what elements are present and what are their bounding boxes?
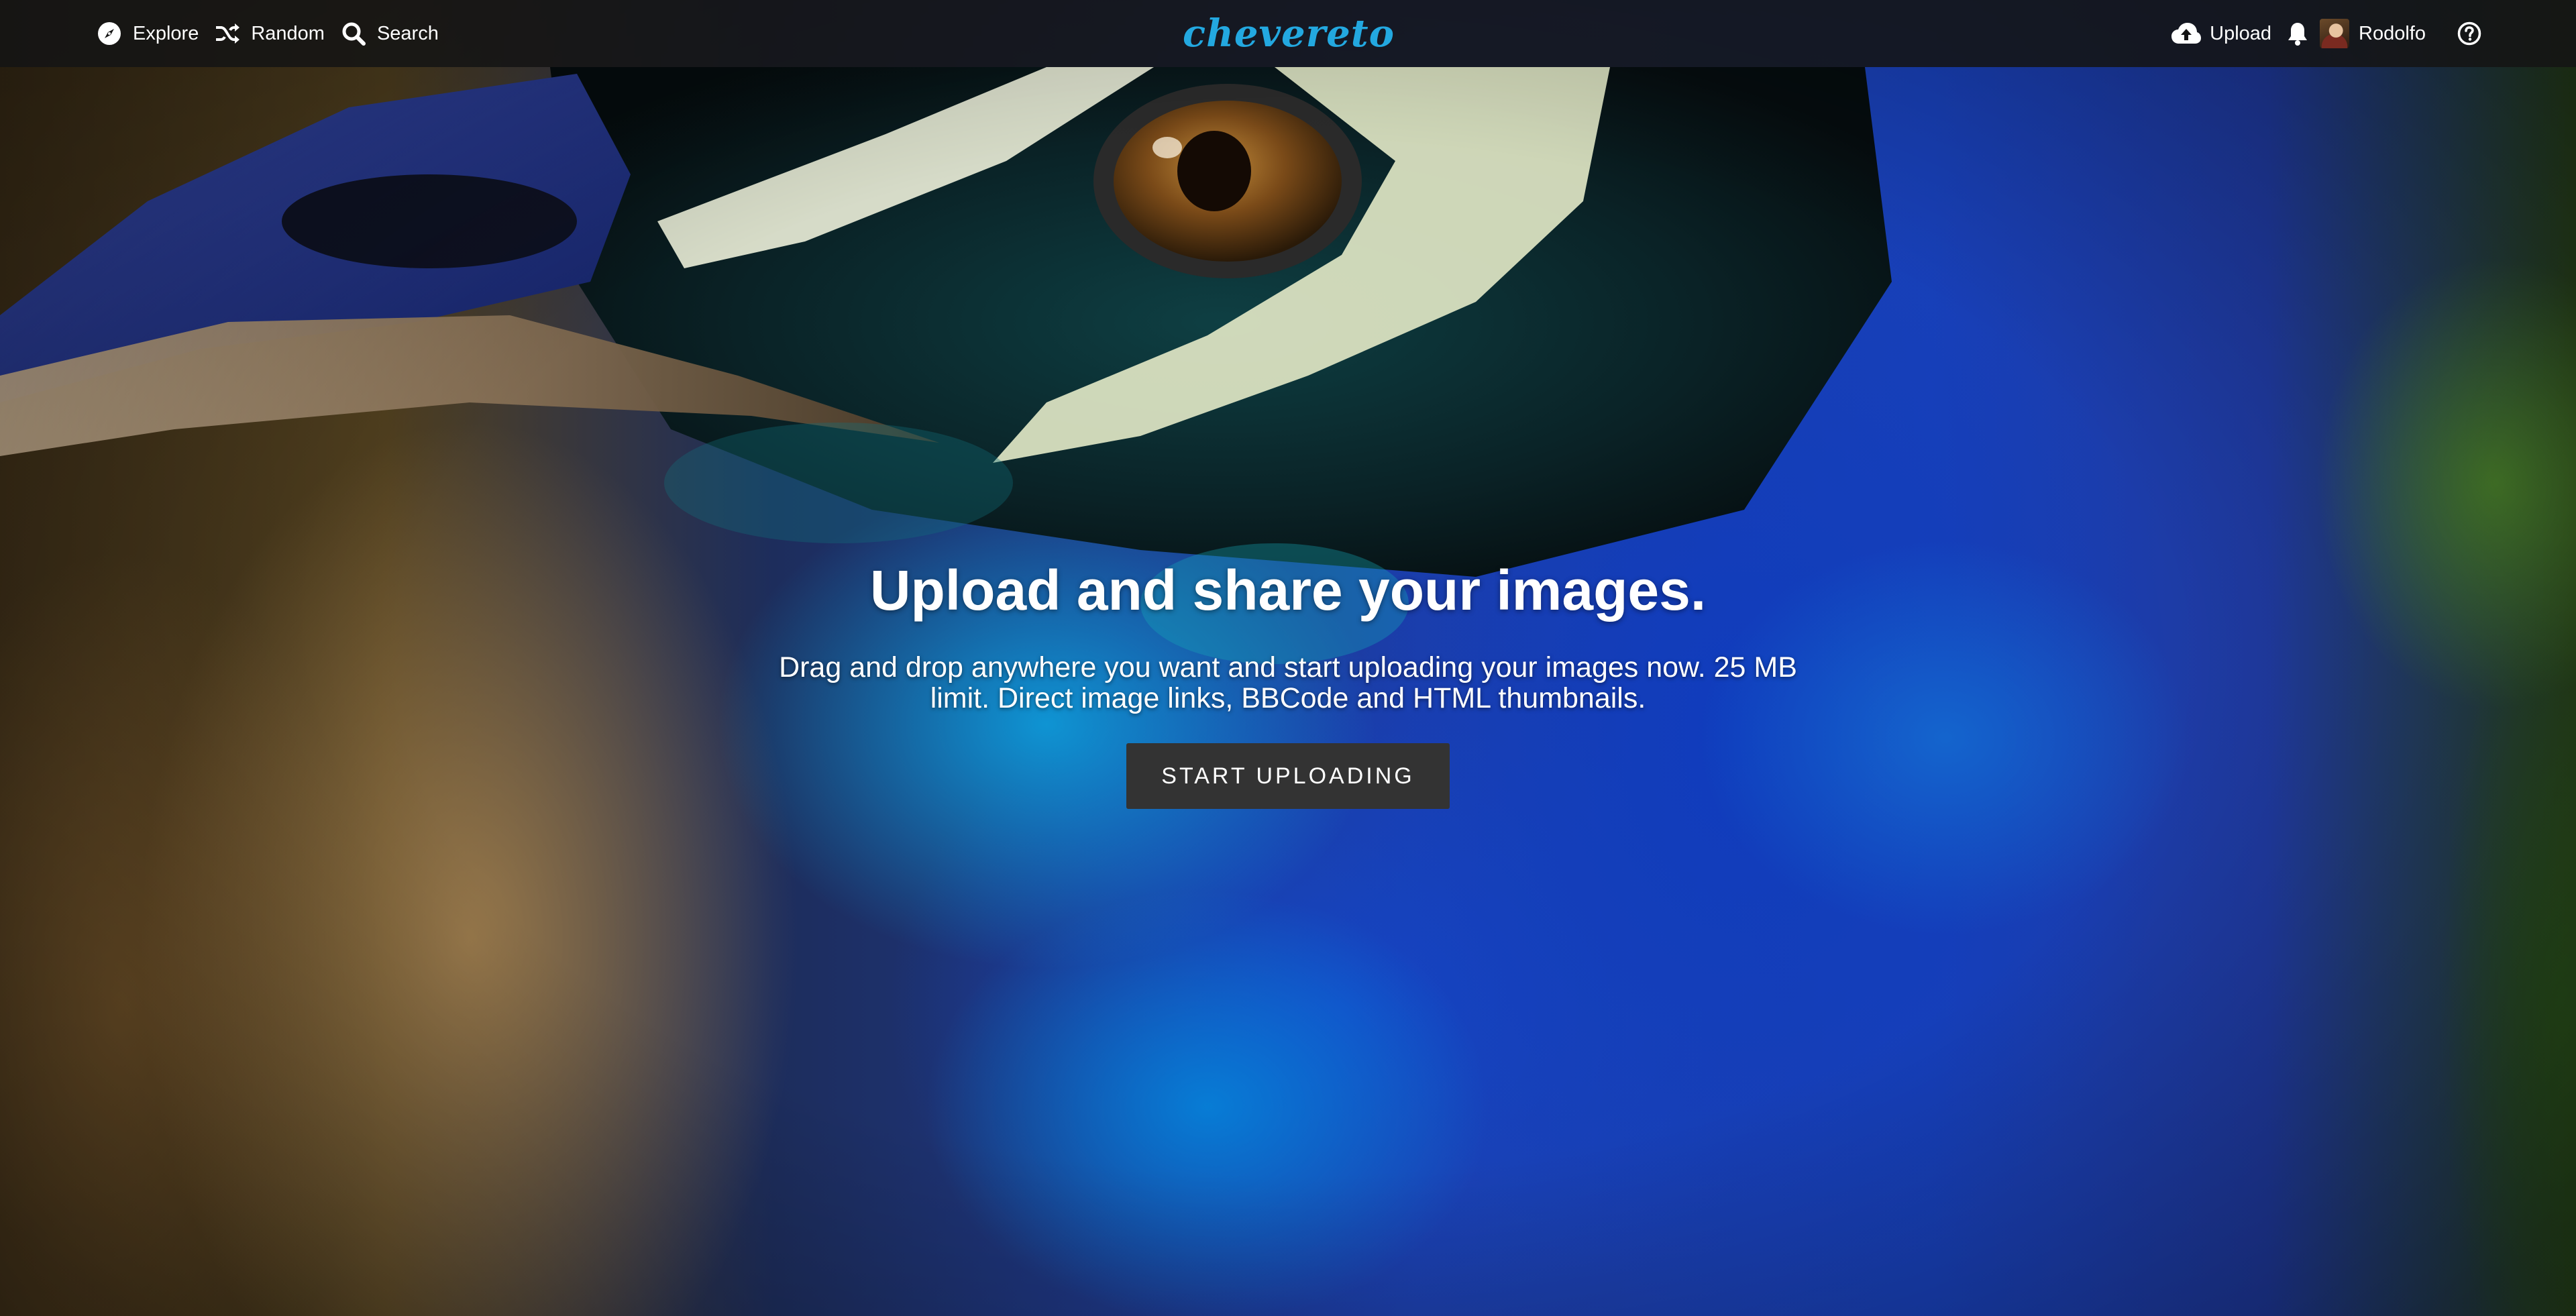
cloud-upload-icon	[2171, 21, 2202, 46]
home-page: Explore Random Search chevereto Upload R…	[0, 0, 2576, 1316]
nav-random-label: Random	[251, 22, 325, 44]
primary-nav: Explore Random Search	[97, 0, 455, 67]
shuffle-icon	[215, 21, 240, 46]
hero-title: Upload and share your images.	[869, 559, 1707, 622]
search-icon	[341, 21, 366, 46]
nav-explore[interactable]: Explore	[97, 21, 199, 46]
nav-search-label: Search	[376, 22, 439, 44]
hero-subtitle: Drag and drop anywhere you want and star…	[779, 651, 1797, 714]
help-icon[interactable]	[2457, 21, 2482, 46]
bell-icon[interactable]	[2285, 21, 2310, 46]
start-uploading-button[interactable]: START UPLOADING	[1126, 743, 1450, 809]
user-menu[interactable]: Rodolfo	[2359, 23, 2426, 45]
nav-search[interactable]: Search	[341, 21, 439, 46]
user-name: Rodolfo	[2359, 22, 2426, 44]
nav-explore-label: Explore	[133, 22, 199, 44]
hero-section: Upload and share your images. Drag and d…	[0, 557, 2576, 809]
site-logo[interactable]: chevereto	[1183, 9, 1394, 58]
user-nav: Upload Rodolfo	[2171, 0, 2482, 67]
compass-icon	[97, 21, 122, 46]
top-navigation-bar: Explore Random Search chevereto Upload R…	[0, 0, 2576, 67]
avatar[interactable]	[2320, 19, 2350, 48]
upload-button[interactable]: Upload	[2171, 21, 2271, 46]
nav-random[interactable]: Random	[215, 21, 325, 46]
upload-label: Upload	[2210, 22, 2272, 44]
